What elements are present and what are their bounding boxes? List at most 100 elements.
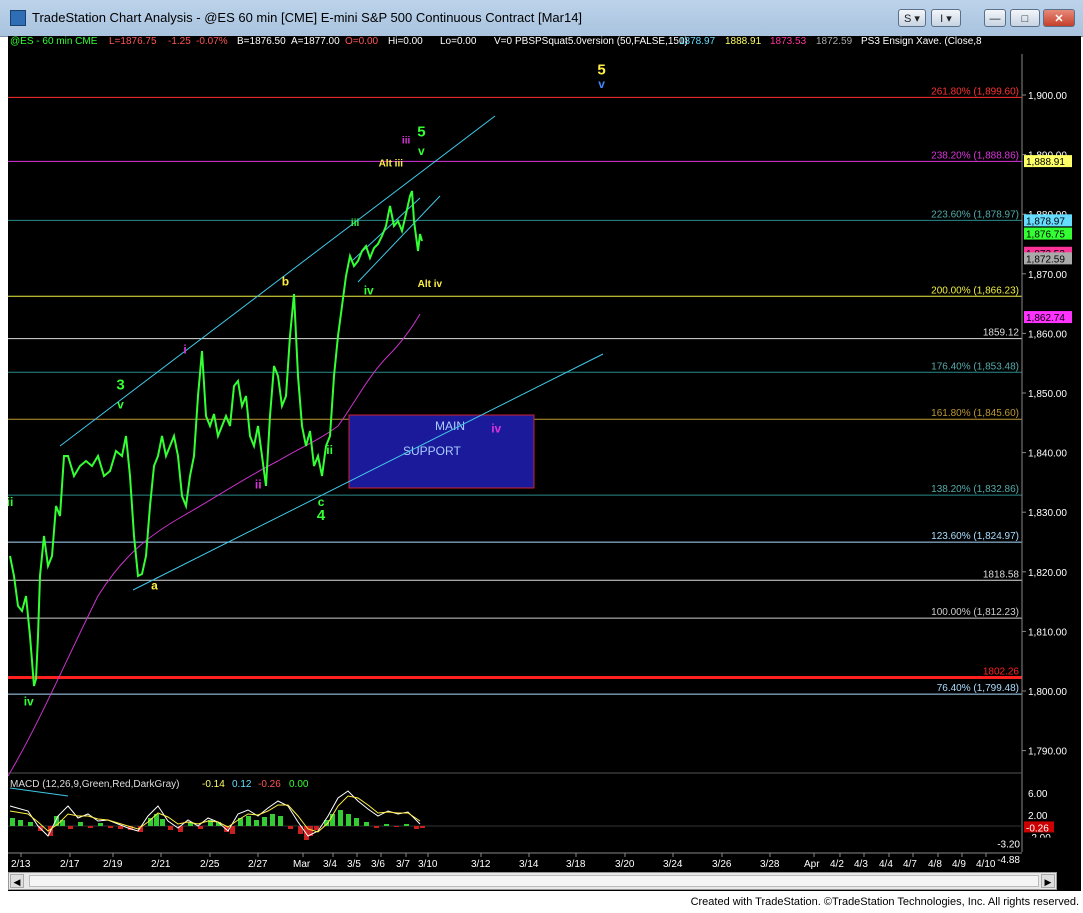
date-label-3: 2/21: [151, 859, 171, 870]
wave-label-20: iv: [24, 694, 34, 708]
macd-header: MACD (12,26,9,Green,Red,DarkGray) -0.14 …: [10, 779, 309, 790]
fib-label-3: 200.00% (1,866.23): [931, 285, 1019, 296]
date-label-1: 2/17: [60, 859, 80, 870]
status-line: @ES - 60 min CME L=1876.75 -1.25 -0.07% …: [10, 36, 982, 47]
status-ask: A=1877.00: [291, 36, 340, 47]
date-label-15: 3/20: [615, 859, 635, 870]
wave-label-17: 4: [317, 507, 326, 524]
price-tick-label-9: 1,810.00: [1028, 627, 1067, 638]
minimize-button[interactable]: —: [984, 9, 1006, 27]
wave-label-11: 3: [116, 376, 124, 393]
horizontal-scrollbar[interactable]: ◀ ▶: [8, 872, 1057, 890]
date-label-13: 3/14: [519, 859, 539, 870]
macd-bar-21: [198, 826, 203, 829]
macd-bar-8: [78, 822, 83, 826]
macd-bar-0: [10, 818, 15, 826]
price-badge-2: 1,876.75: [1026, 230, 1065, 241]
macd-bar-48: [420, 826, 425, 828]
macd-v4: 0.00: [289, 779, 309, 790]
status-change-pct: -0.07%: [196, 36, 228, 47]
copyright-text: Created with TradeStation. ©TradeStation…: [690, 896, 1079, 908]
fib-label-9: 1818.58: [983, 569, 1020, 580]
wave-label-12: v: [117, 397, 124, 411]
macd-bar-44: [384, 824, 389, 826]
date-label-2: 2/19: [103, 859, 123, 870]
fib-label-5: 176.40% (1,853.48): [931, 361, 1019, 372]
wave-label-13: iv: [491, 421, 501, 435]
chart-area[interactable]: @ES - 60 min CME L=1876.75 -1.25 -0.07% …: [8, 36, 1081, 891]
macd-tick-label-1: 2.00: [1028, 811, 1048, 822]
status-v3: 1873.53: [770, 36, 807, 47]
date-label-23: 4/7: [903, 859, 917, 870]
macd-bar-42: [364, 822, 369, 826]
date-label-0: 2/13: [11, 859, 31, 870]
macd-v1: -0.14: [202, 779, 225, 790]
price-chart[interactable]: @ES - 60 min CME L=1876.75 -1.25 -0.07% …: [8, 36, 1081, 872]
macd-badge-1: -3.20: [997, 840, 1020, 851]
status-v4: 1872.59: [816, 36, 853, 47]
price-tick-label-5: 1,850.00: [1028, 389, 1067, 400]
close-button[interactable]: ✕: [1043, 9, 1075, 27]
status-open: O=0.00: [345, 36, 379, 47]
macd-title: MACD (12,26,9,Green,Red,DarkGray): [10, 779, 180, 790]
macd-bar-30: [270, 814, 275, 826]
fib-label-6: 161.80% (1,845.60): [931, 408, 1019, 419]
fib-label-10: 100.00% (1,812.23): [931, 607, 1019, 618]
fib-label-0: 261.80% (1,899.60): [931, 86, 1019, 97]
price-badge-1: 1,878.97: [1026, 216, 1065, 227]
macd-bar-17: [160, 819, 165, 826]
date-label-24: 4/8: [928, 859, 942, 870]
macd-bar-1: [18, 820, 23, 826]
title-bar[interactable]: TradeStation Chart Analysis - @ES 60 min…: [0, 0, 1083, 37]
footer: Created with TradeStation. ©TradeStation…: [0, 893, 1083, 913]
macd-bar-45: [394, 826, 399, 827]
date-label-5: 2/27: [248, 859, 268, 870]
date-label-19: Apr: [804, 859, 820, 870]
scroll-left-arrow-icon[interactable]: ◀: [10, 874, 24, 888]
status-v1: 1878.97: [679, 36, 716, 47]
status-lo: Lo=0.00: [440, 36, 477, 47]
macd-bar-46: [404, 824, 409, 826]
macd-v2: 0.12: [232, 779, 252, 790]
price-tick-label-4: 1,860.00: [1028, 329, 1067, 340]
wave-label-14: ii: [326, 443, 333, 457]
scroll-thumb[interactable]: [29, 875, 1039, 887]
status-change: -1.25: [168, 36, 191, 47]
macd-badge-0: -0.26: [1026, 823, 1049, 834]
macd-bar-10: [98, 823, 103, 826]
price-tick-label-10: 1,800.00: [1028, 687, 1067, 698]
macd-bar-7: [68, 826, 73, 829]
date-label-20: 4/2: [830, 859, 844, 870]
scroll-right-arrow-icon[interactable]: ▶: [1041, 874, 1055, 888]
date-label-14: 3/18: [566, 859, 586, 870]
macd-bar-12: [118, 826, 123, 829]
macd-v3: -0.26: [258, 779, 281, 790]
date-label-8: 3/5: [347, 859, 361, 870]
macd-bar-32: [288, 826, 293, 829]
macd-bar-39: [338, 810, 343, 826]
macd-bar-40: [346, 814, 351, 826]
date-label-7: 3/4: [323, 859, 337, 870]
macd-bar-47: [414, 826, 419, 829]
wave-label-6: iii: [351, 218, 360, 229]
fib-label-4: 1859.12: [983, 328, 1020, 339]
price-badge-0: 1,888.91: [1026, 157, 1065, 168]
wave-label-1: v: [598, 77, 605, 91]
status-vol: V=0: [494, 36, 513, 47]
window-title: TradeStation Chart Analysis - @ES 60 min…: [32, 10, 583, 25]
i-menu-button[interactable]: I ▾: [931, 9, 961, 27]
maximize-button[interactable]: □: [1010, 9, 1040, 27]
date-label-21: 4/3: [854, 859, 868, 870]
status-v2: 1888.91: [725, 36, 762, 47]
status-bid: B=1876.50: [237, 36, 286, 47]
date-label-18: 3/28: [760, 859, 780, 870]
fib-label-8: 123.60% (1,824.97): [931, 531, 1019, 542]
macd-bar-27: [246, 816, 251, 826]
fib-label-7: 138.20% (1,832.86): [931, 484, 1019, 495]
s-menu-button[interactable]: S ▾: [898, 9, 926, 27]
price-badge-4: 1,872.59: [1026, 254, 1065, 265]
app-icon: [10, 10, 26, 26]
wave-label-2: 5: [417, 124, 425, 141]
fib-label-2: 223.60% (1,878.97): [931, 209, 1019, 220]
macd-bar-11: [108, 826, 113, 828]
